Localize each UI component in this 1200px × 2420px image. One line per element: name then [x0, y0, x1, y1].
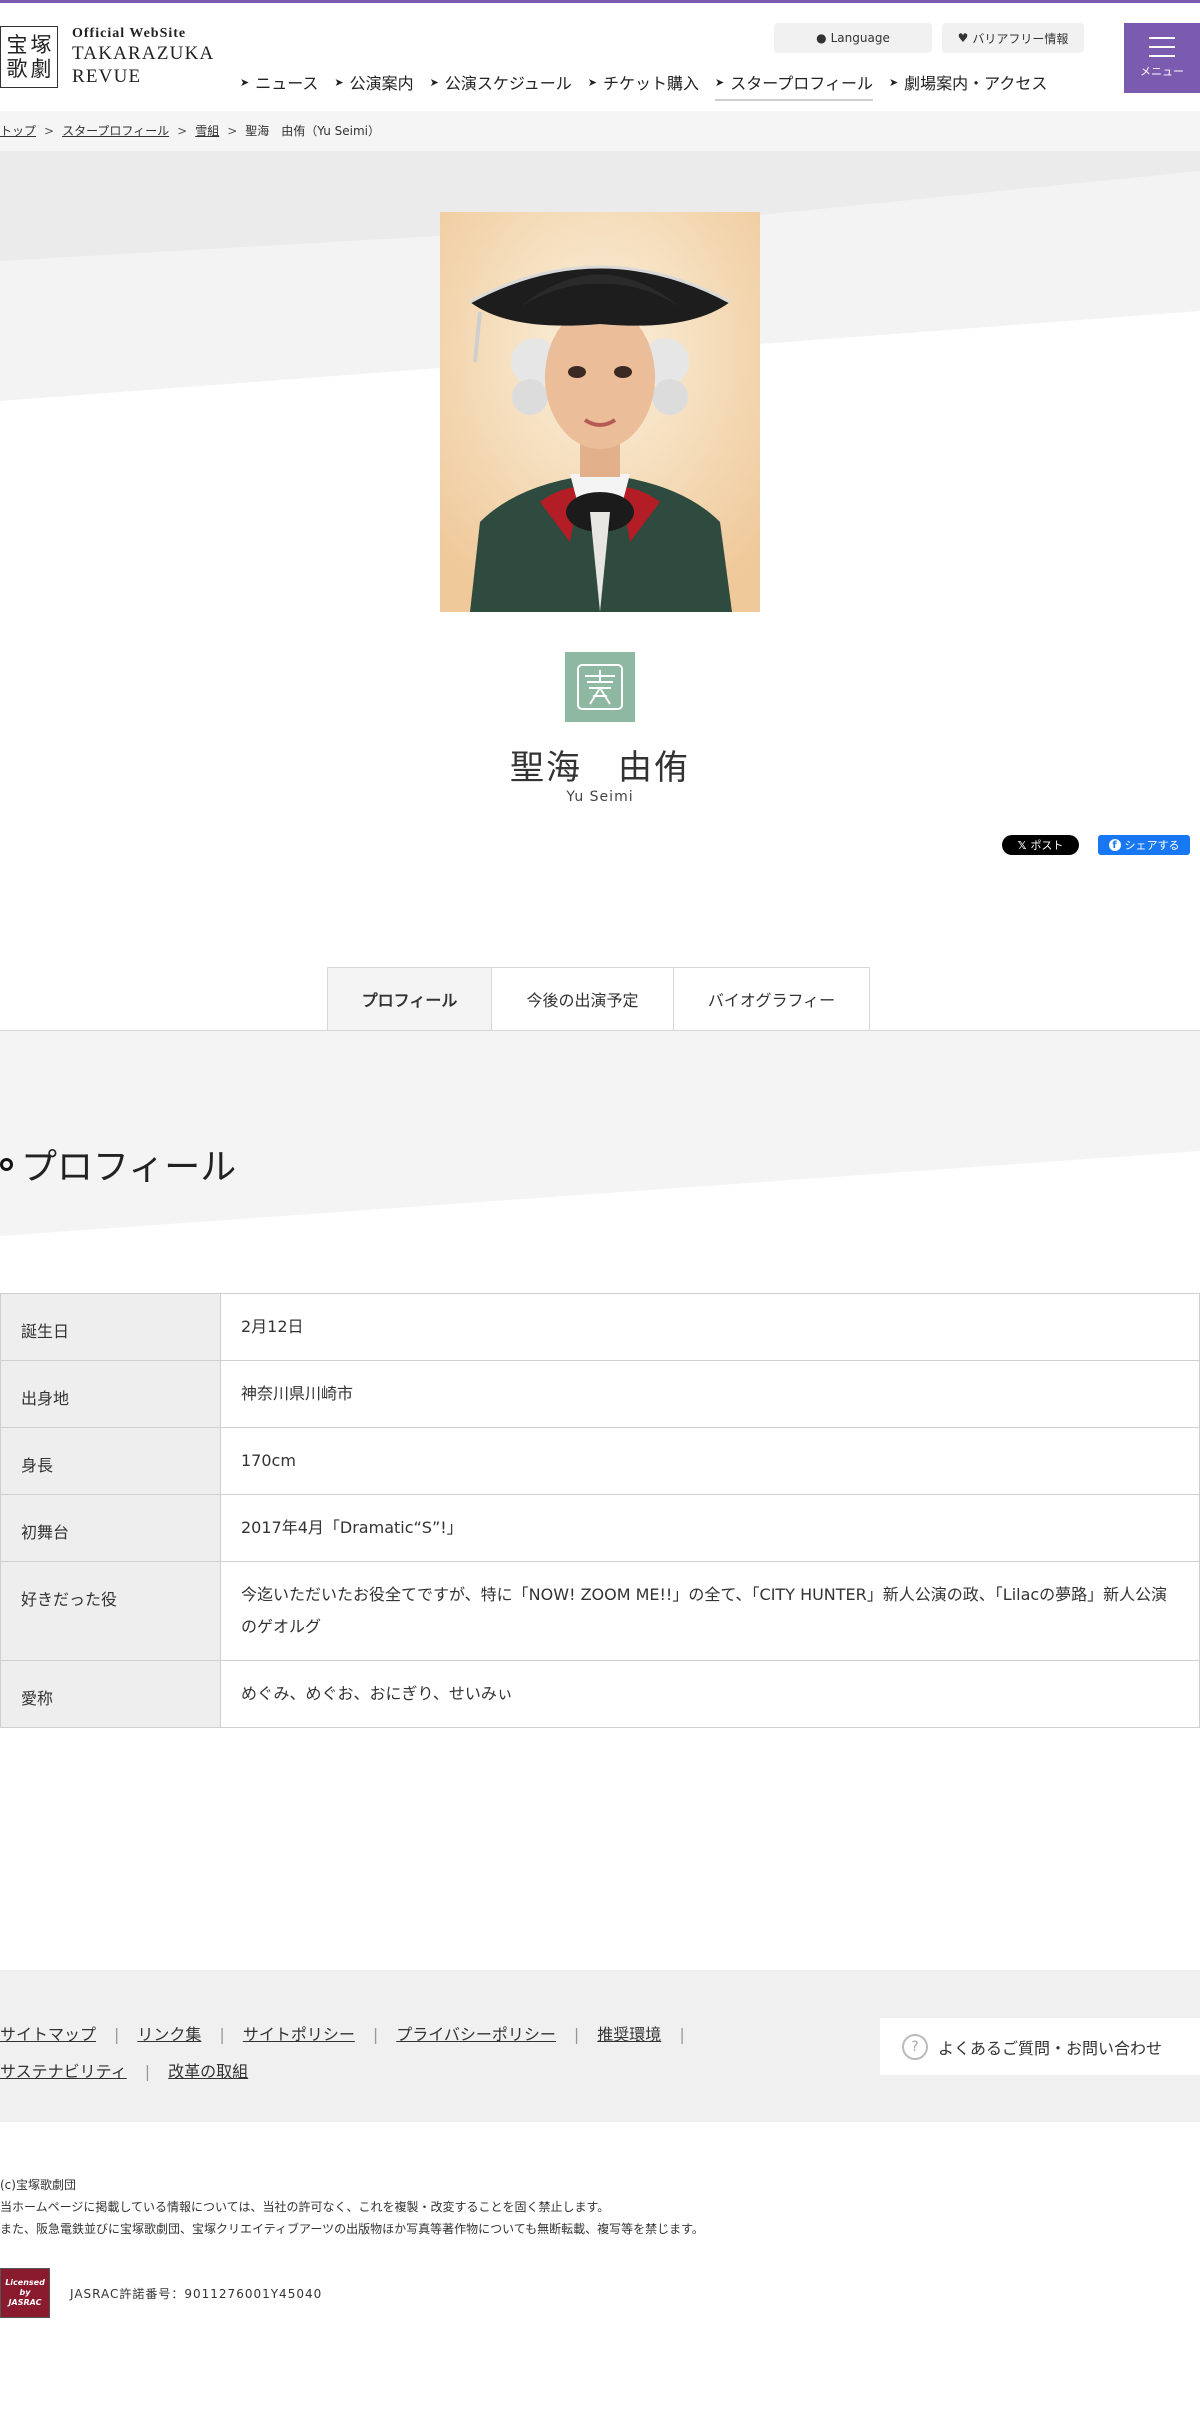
logo-seal: 宝塚歌劇 — [0, 26, 58, 88]
table-row: 初舞台 2017年4月「Dramatic“S”!」 — [0, 1494, 1200, 1562]
profile-key: 好きだった役 — [0, 1561, 221, 1661]
site-header: 宝塚歌劇 Official WebSite TAKARAZUKA REVUE ●… — [0, 3, 1200, 111]
table-row: 出身地 神奈川県川崎市 — [0, 1360, 1200, 1428]
hamburger-icon — [1149, 37, 1175, 57]
footer-link-links[interactable]: リンク集 — [137, 2025, 201, 2044]
breadcrumb-star-profile[interactable]: スタープロフィール — [62, 122, 169, 139]
circle-bullet-icon — [0, 1157, 13, 1171]
profile-value: 神奈川県川崎市 — [220, 1360, 1200, 1428]
chevron-right-icon: ➤ — [715, 75, 725, 89]
logo-line-1: TAKARAZUKA — [72, 43, 215, 64]
chevron-right-icon: ➤ — [240, 75, 250, 89]
star-photo — [440, 212, 760, 612]
profile-value: 今迄いただいたお役全てですが、特に「NOW! ZOOM ME!!」の全て、「CI… — [220, 1561, 1200, 1661]
footer-link-privacy-policy[interactable]: プライバシーポリシー — [396, 2025, 556, 2044]
logo-line-2: REVUE — [72, 66, 142, 87]
profile-key: 初舞台 — [0, 1494, 221, 1562]
profile-value: 2月12日 — [220, 1293, 1200, 1361]
footer-link-sustainability[interactable]: サステナビリティ — [0, 2062, 127, 2081]
logo-text: Official WebSite TAKARAZUKA REVUE — [72, 26, 214, 88]
star-name: 聖海 由侑 — [510, 748, 690, 788]
breadcrumb-snow-troupe[interactable]: 雪組 — [195, 122, 219, 139]
profile-section-background — [0, 1031, 1200, 1236]
table-row: 身長 170cm — [0, 1427, 1200, 1495]
profile-key: 愛称 — [0, 1660, 221, 1728]
footer-link-sitemap[interactable]: サイトマップ — [0, 2025, 96, 2044]
profile-key: 出身地 — [0, 1360, 221, 1428]
snow-emblem-icon — [577, 664, 623, 710]
menu-button[interactable]: メニュー — [1124, 23, 1200, 93]
chevron-right-icon: ➤ — [587, 75, 597, 89]
profile-table: 誕生日 2月12日 出身地 神奈川県川崎市 身長 170cm 初舞台 2017年… — [0, 1293, 1200, 1728]
breadcrumb: トップ > スタープロフィール > 雪組 > 聖海 由侑（Yu Seimi） — [0, 122, 380, 139]
chevron-right-icon: ➤ — [334, 75, 344, 89]
profile-key: 身長 — [0, 1427, 221, 1495]
globe-icon: ● — [816, 31, 827, 45]
notice-1: 当ホームページに掲載している情報については、当社の許可なく、これを複製・改変する… — [0, 2200, 610, 2214]
heart-icon: ♥ — [957, 31, 969, 45]
logo-official-website: Official WebSite — [72, 26, 187, 41]
tab-upcoming-appearances[interactable]: 今後の出演予定 — [491, 967, 674, 1030]
footer-link-recommended-env[interactable]: 推奨環境 — [597, 2025, 661, 2044]
copyright: (c)宝塚歌劇団 — [0, 2178, 76, 2192]
footer-link-site-policy[interactable]: サイトポリシー — [243, 2025, 355, 2044]
jasrac-block: Licensed by JASRAC JASRAC許諾番号：9011276001… — [0, 2268, 322, 2318]
x-logo-icon: 𝕏 — [1017, 838, 1027, 852]
footer-links: サイトマップ | リンク集 | サイトポリシー | プライバシーポリシー | 推奨環境 | サステ… — [0, 2025, 685, 2081]
star-name-roman: Yu Seimi — [566, 789, 634, 805]
nav-item-theater-access[interactable]: ➤ 劇場案内・アクセス — [881, 67, 1055, 97]
profile-value: めぐみ、めぐお、おにぎり、せいみぃ — [220, 1660, 1200, 1728]
notice-2: また、阪急電鉄並びに宝塚歌劇団、宝塚クリエイティブアーツの出版物ほか写真等著作物… — [0, 2222, 704, 2236]
snow-troupe-icon — [565, 652, 635, 722]
table-row: 誕生日 2月12日 — [0, 1293, 1200, 1361]
chevron-right-icon: ➤ — [888, 75, 899, 89]
tab-biography[interactable]: バイオグラフィー — [673, 967, 870, 1030]
profile-value: 2017年4月「Dramatic“S”!」 — [220, 1494, 1200, 1562]
facebook-icon: f — [1108, 839, 1121, 851]
copyright-block: (c)宝塚歌劇団 当ホームページに掲載している情報については、当社の許可なく、こ… — [0, 2174, 704, 2240]
table-row: 愛称 めぐみ、めぐお、おにぎり、せいみぃ — [0, 1660, 1200, 1728]
x-post-button[interactable]: 𝕏 ポスト — [1002, 835, 1079, 855]
main-nav: ➤ ニュース ➤ 公演案内 ➤ 公演スケジュール ➤ チケット購入 ➤ スタープロフィール… — [232, 67, 1055, 101]
jasrac-logo: Licensed by JASRAC — [0, 2268, 50, 2318]
language-button[interactable]: ● Language — [774, 23, 932, 53]
profile-key: 誕生日 — [0, 1293, 221, 1361]
footer-link-reform[interactable]: 改革の取組 — [168, 2062, 248, 2081]
table-row: 好きだった役 今迄いただいたお役全てですが、特に「NOW! ZOOM ME!!」… — [0, 1561, 1200, 1661]
nav-item-performances[interactable]: ➤ 公演案内 — [326, 67, 421, 97]
nav-item-star-profile[interactable]: ➤ スタープロフィール — [707, 67, 881, 101]
faq-contact-button[interactable]: ? よくあるご質問・お問い合わせ — [880, 2018, 1200, 2075]
question-icon: ? — [902, 2033, 928, 2060]
facebook-share-button[interactable]: f シェアする — [1098, 835, 1190, 855]
chevron-right-icon: ➤ — [429, 75, 439, 89]
profile-value: 170cm — [220, 1427, 1200, 1495]
profile-heading: プロフィール — [0, 1138, 236, 1190]
jasrac-license-number: JASRAC許諾番号：9011276001Y45040 — [70, 2286, 323, 2301]
profile-tabs: プロフィール 今後の出演予定 バイオグラフィー — [327, 967, 870, 1030]
barrier-free-button[interactable]: ♥ バリアフリー情報 — [942, 23, 1084, 53]
nav-item-schedule[interactable]: ➤ 公演スケジュール — [422, 67, 580, 97]
tab-profile[interactable]: プロフィール — [327, 967, 492, 1030]
breadcrumb-current: 聖海 由侑（Yu Seimi） — [245, 124, 380, 138]
nav-item-tickets[interactable]: ➤ チケット購入 — [580, 67, 707, 97]
breadcrumb-top[interactable]: トップ — [0, 122, 36, 139]
nav-item-news[interactable]: ➤ ニュース — [232, 67, 326, 97]
site-logo[interactable]: 宝塚歌劇 Official WebSite TAKARAZUKA REVUE — [0, 26, 214, 88]
